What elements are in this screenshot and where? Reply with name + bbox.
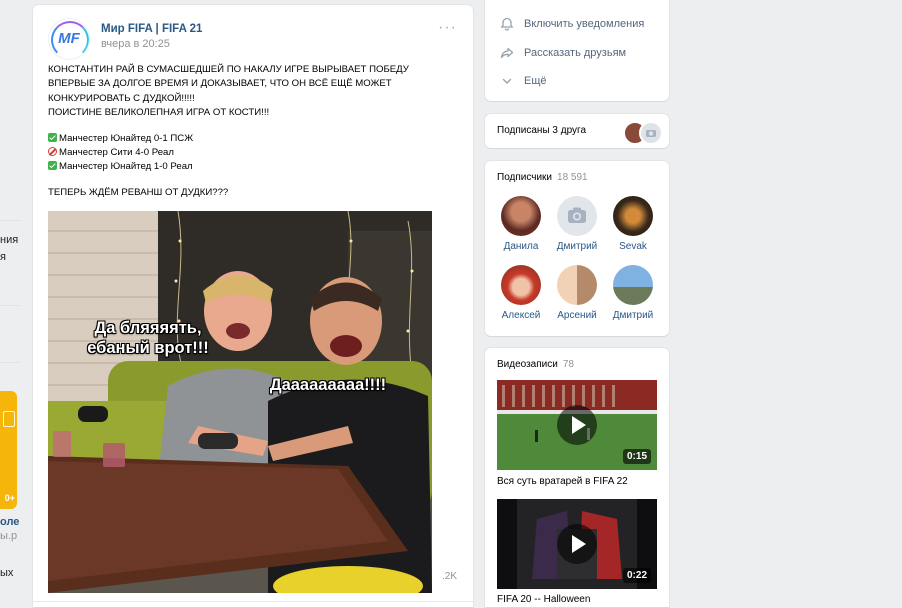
avatar-logo-text: MF bbox=[58, 30, 80, 47]
video-thumbnail[interactable]: 0:15 bbox=[497, 380, 657, 470]
friend-avatar bbox=[639, 121, 663, 145]
subscriber-item[interactable]: Sevak bbox=[603, 196, 663, 252]
subscriber-avatar bbox=[557, 196, 597, 236]
match-result-text: Манчестер Сити 4-0 Реал bbox=[59, 147, 174, 159]
videos-title-text: Видеозаписи bbox=[497, 359, 558, 370]
video-thumbnail[interactable]: 0:22 bbox=[497, 499, 657, 589]
match-result-text: Манчестер Юнайтед 1-0 Реал bbox=[59, 161, 193, 173]
post-line: ВПЕРВЫЕ ЗА ДОЛГОЕ ВРЕМЯ И ДОКАЗЫВАЕТ, ЧТ… bbox=[48, 78, 392, 90]
videos-block: Видеозаписи 78 0:15 Вся суть вратарей в F… bbox=[485, 348, 669, 607]
subscriber-name: Данила bbox=[503, 241, 539, 252]
photo-caption-right: Дааааааааа!!!! bbox=[269, 376, 387, 394]
left-group-subtitle: ы.р bbox=[0, 530, 18, 542]
more-label: Ещё bbox=[524, 75, 547, 87]
subscriber-name: Sevak bbox=[619, 241, 647, 252]
play-icon bbox=[557, 524, 597, 564]
divider bbox=[0, 362, 20, 363]
notifications-label: Включить уведомления bbox=[524, 18, 645, 30]
community-actions: Включить уведомления Рассказать друзьям … bbox=[485, 0, 669, 101]
post-line: КОНСТАНТИН РАЙ В СУМАСШЕДШЕЙ ПО НАКАЛУ И… bbox=[48, 64, 409, 75]
subscriber-avatar bbox=[501, 196, 541, 236]
subscribers-block: Подписчики 18 591 Данила Дмитрий Sevak Ал… bbox=[485, 161, 669, 336]
check-mark-icon bbox=[48, 161, 57, 171]
friends-subscribed-label: Подписаны 3 друга bbox=[497, 125, 587, 136]
match-result: Манчестер Юнайтед 0-1 ПСЖ bbox=[48, 132, 458, 146]
camera-icon bbox=[568, 207, 586, 223]
video-title[interactable]: Вся суть вратарей в FIFA 22 bbox=[497, 476, 628, 487]
community-avatar[interactable]: MF bbox=[48, 18, 90, 60]
video-duration: 0:22 bbox=[622, 568, 651, 583]
left-fragment-text: ых bbox=[0, 567, 14, 579]
photo-illustration bbox=[48, 211, 432, 593]
subscribers-title-text: Подписчики bbox=[497, 172, 553, 183]
subscriber-name: Алексей bbox=[501, 310, 541, 321]
play-icon bbox=[557, 405, 597, 445]
share-label: Рассказать друзьям bbox=[524, 47, 627, 59]
post-text: КОНСТАНТИН РАЙ В СУМАСШЕДШЕЙ ПО НАКАЛУ И… bbox=[48, 63, 458, 200]
wall-post: MF Мир FIFA | FIFA 21 вчера в 20:25 ··· … bbox=[33, 5, 473, 607]
left-group-link[interactable]: оле bbox=[0, 516, 19, 528]
subscriber-name: Дмитрий bbox=[612, 310, 654, 321]
divider bbox=[0, 220, 20, 221]
age-badge: 0+ bbox=[4, 493, 15, 503]
subscriber-avatar bbox=[557, 265, 597, 305]
views-count: .2K bbox=[442, 571, 458, 582]
subscribers-count: 18 591 bbox=[557, 172, 588, 183]
subscribers-title[interactable]: Подписчики 18 591 bbox=[497, 172, 588, 183]
subscriber-avatar bbox=[613, 196, 653, 236]
left-sidebar-fragment: ния я 0+ оле ы.р ых bbox=[0, 0, 20, 607]
subscriber-item[interactable]: Данила bbox=[491, 196, 551, 252]
share-button[interactable]: Рассказать друзьям bbox=[499, 44, 626, 62]
bell-icon bbox=[499, 16, 515, 32]
more-button[interactable]: Ещё bbox=[499, 72, 547, 90]
subscriber-avatar bbox=[613, 265, 653, 305]
match-result: Манчестер Юнайтед 1-0 Реал bbox=[48, 160, 458, 174]
promo-banner[interactable]: 0+ bbox=[0, 391, 17, 509]
check-mark-icon bbox=[48, 132, 57, 142]
subscriber-item[interactable]: Дмитрий bbox=[547, 196, 607, 252]
photo-caption-left: Да бляяяять, ебаный врот!!! bbox=[87, 319, 209, 357]
left-fragment-text: я bbox=[0, 251, 6, 263]
subscriber-item[interactable]: Алексей bbox=[491, 265, 551, 321]
subscriber-item[interactable]: Дмитрий bbox=[603, 265, 663, 321]
post-timestamp[interactable]: вчера в 20:25 bbox=[101, 38, 170, 50]
post-line: ТЕПЕРЬ ЖДЁМ РЕВАНШ ОТ ДУДКИ??? bbox=[48, 186, 229, 198]
videos-count: 78 bbox=[562, 359, 574, 370]
no-entry-icon bbox=[48, 147, 57, 157]
left-fragment-text: ния bbox=[0, 234, 19, 246]
post-author-link[interactable]: Мир FIFA | FIFA 21 bbox=[101, 23, 202, 35]
post-line: ПОИСТИНЕ ВЕЛИКОЛЕПНАЯ ИГРА ОТ КОСТИ!!! bbox=[48, 107, 270, 119]
document-icon bbox=[3, 411, 15, 427]
divider bbox=[0, 305, 20, 306]
subscriber-item[interactable]: Арсений bbox=[547, 265, 607, 321]
more-options-icon[interactable]: ··· bbox=[438, 19, 457, 37]
subscriber-name: Арсений bbox=[557, 310, 597, 321]
chevron-down-icon bbox=[499, 73, 515, 89]
friends-subscribed[interactable]: Подписаны 3 друга bbox=[485, 114, 669, 148]
subscriber-avatar bbox=[501, 265, 541, 305]
post-photo[interactable]: Да бляяяять, ебаный врот!!! Дааааааааа!!… bbox=[48, 211, 432, 593]
video-title[interactable]: FIFA 20 -- Halloween bbox=[497, 594, 590, 605]
notifications-button[interactable]: Включить уведомления bbox=[499, 15, 644, 33]
videos-title[interactable]: Видеозаписи 78 bbox=[497, 359, 574, 370]
share-icon bbox=[499, 45, 515, 61]
video-duration: 0:15 bbox=[622, 449, 651, 464]
match-result: Манчестер Сити 4-0 Реал bbox=[48, 146, 458, 160]
match-result-text: Манчестер Юнайтед 0-1 ПСЖ bbox=[59, 132, 194, 144]
subscriber-name: Дмитрий bbox=[556, 241, 598, 252]
post-line: КОНКУРИРОВАТЬ С ДУДКОЙ!!!!! bbox=[48, 92, 195, 104]
